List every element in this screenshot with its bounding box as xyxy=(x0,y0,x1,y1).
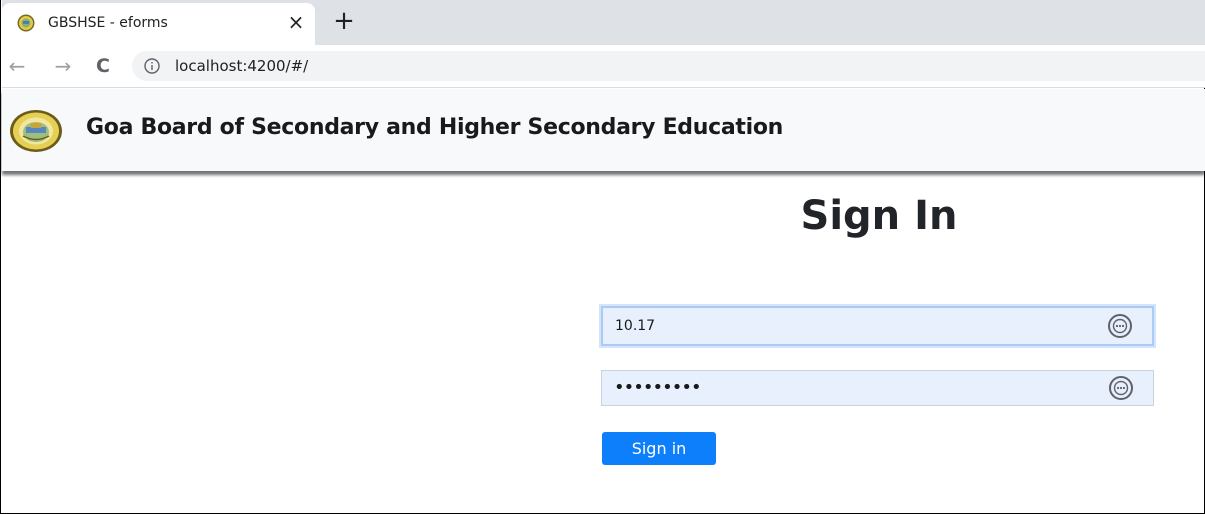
site-title: Goa Board of Secondary and Higher Second… xyxy=(86,115,784,140)
password-manager-icon[interactable] xyxy=(1105,375,1137,401)
reload-icon[interactable]: C xyxy=(92,55,114,77)
info-icon[interactable] xyxy=(144,58,160,74)
url-text[interactable]: localhost:4200/#/ xyxy=(175,57,308,75)
gbshse-seal-icon xyxy=(10,110,62,152)
username-value[interactable]: 10.17 xyxy=(615,318,655,334)
signin-button[interactable]: Sign in xyxy=(602,432,716,465)
password-value[interactable]: ••••••••• xyxy=(614,377,702,398)
tab-title: GBSHSE - eforms xyxy=(48,15,168,31)
password-manager-icon[interactable] xyxy=(1104,313,1136,339)
forward-arrow-icon[interactable]: → xyxy=(52,55,74,77)
new-tab-button[interactable]: + xyxy=(332,8,356,34)
tab-strip: GBSHSE - eforms × + xyxy=(2,0,1205,45)
signin-heading: Sign In xyxy=(800,193,958,239)
address-bar[interactable]: localhost:4200/#/ xyxy=(132,51,1205,81)
browser-window: GBSHSE - eforms × + ← → C localhost:4200… xyxy=(0,0,1205,514)
password-field[interactable]: ••••••••• xyxy=(601,370,1154,406)
favicon-icon xyxy=(17,14,35,32)
browser-tab[interactable]: GBSHSE - eforms × xyxy=(2,3,315,45)
close-icon[interactable]: × xyxy=(285,11,307,33)
username-field[interactable]: 10.17 xyxy=(601,306,1154,346)
back-arrow-icon[interactable]: ← xyxy=(6,55,28,77)
site-header: Goa Board of Secondary and Higher Second… xyxy=(2,89,1205,171)
browser-toolbar: ← → C localhost:4200/#/ xyxy=(2,45,1205,88)
